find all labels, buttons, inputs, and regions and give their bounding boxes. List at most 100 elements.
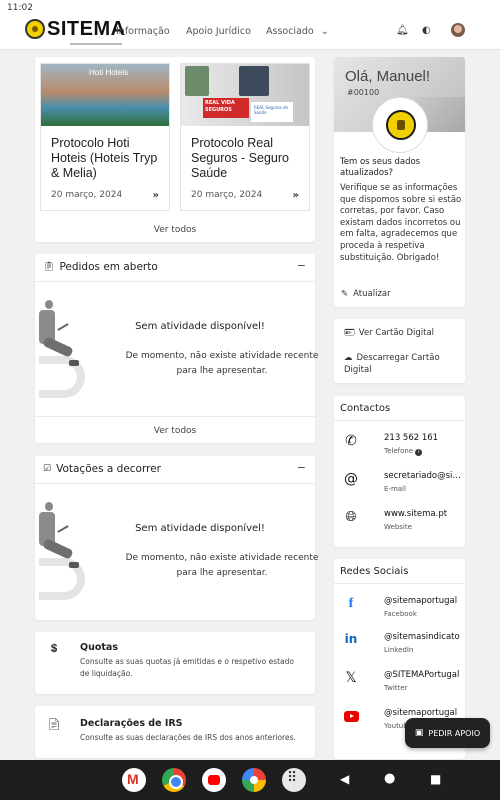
contacts-card: Contactos ✆ 213 562 161 Telefone i @ sec… — [334, 396, 465, 547]
votes-title: Votações a decorrer — [56, 463, 161, 475]
nav-associado-label: Associado — [266, 26, 314, 37]
info-icon: i — [415, 449, 423, 456]
collapse-icon[interactable]: − — [297, 461, 306, 474]
theme-toggle-icon[interactable]: ◐ — [422, 25, 431, 36]
x-icon: 𝕏 — [345, 670, 357, 686]
youtube-icon — [342, 708, 360, 724]
recents-icon[interactable]: ■ — [430, 772, 441, 786]
home-icon[interactable]: ● — [384, 771, 395, 786]
divider — [334, 583, 465, 584]
quotas-card[interactable]: 💲︎ Quotas Consulte as suas quotas já emi… — [35, 632, 315, 694]
nav-informacao[interactable]: Informação — [116, 26, 170, 37]
youtube-app-icon[interactable] — [202, 768, 226, 792]
profile-card: Olá, Manuel! #00100 Tem os seus dados at… — [334, 57, 465, 307]
double-chevron-right-icon[interactable]: » — [293, 190, 299, 201]
document-icon: 📄︎ — [47, 718, 61, 731]
social-title: Redes Sociais — [340, 566, 409, 577]
globe-icon: 🌐︎ — [345, 509, 357, 525]
contact-label: Telefone i — [384, 447, 423, 456]
contact-value: www.sitema.pt — [384, 509, 448, 519]
profile-text: Verifique se as informações que dispomos… — [340, 183, 462, 263]
contact-label: Website — [384, 523, 412, 531]
nav-apoio-juridico[interactable]: Apoio Jurídico — [186, 26, 251, 37]
news-date: 20 março, 2024 — [51, 190, 123, 200]
digital-card-links: 🪪︎ Ver Cartão Digital ☁ Descarregar Cartão… — [334, 319, 465, 383]
brand-name: SITEMA — [47, 18, 126, 40]
divider — [35, 483, 315, 484]
quotas-row: 💲︎ Quotas Consulte as suas quotas já emi… — [43, 642, 300, 680]
chevron-down-icon: ⌄ — [320, 26, 329, 37]
sitema-seal-icon — [372, 97, 428, 153]
view-card-label: Ver Cartão Digital — [358, 328, 435, 338]
bell-icon[interactable]: 🔔︎ — [396, 25, 409, 36]
double-chevron-right-icon[interactable]: » — [153, 190, 159, 201]
irs-card[interactable]: 📄︎ Declarações de IRS Consulte as suas d… — [35, 706, 315, 758]
download-card-label: Descarregar Cartão Digital — [344, 353, 440, 375]
linkedin-icon: in — [344, 632, 358, 646]
news-date: 20 março, 2024 — [191, 190, 263, 200]
votes-card: ☑ Votações a decorrer − Sem atividade di… — [35, 456, 318, 620]
update-data-button[interactable]: ✎ Atualizar — [341, 289, 391, 299]
profile-question: Tem os seus dados atualizados? — [340, 157, 421, 178]
social-label: Facebook — [384, 610, 417, 618]
support-button[interactable]: ▣ PEDIR APOIO — [405, 718, 490, 748]
social-handle: @sitemaportugal — [384, 596, 458, 606]
irs-desc: Consulte as suas declarações de IRS dos … — [80, 733, 296, 742]
status-bar: 11:02 — [0, 0, 500, 16]
requests-see-all-link[interactable]: Ver todos — [35, 426, 315, 436]
cloud-download-icon: ☁ — [344, 353, 353, 363]
android-nav-bar: ◀ ● ■ — [0, 760, 500, 800]
real-seguros-logo: REAL Seguros de Saúde — [251, 102, 293, 122]
news-see-all-link[interactable]: Ver todos — [35, 225, 315, 235]
logo-tagline — [70, 43, 122, 45]
empty-state-title: Sem atividade disponível! — [135, 321, 265, 332]
at-icon: @ — [344, 471, 358, 487]
divider — [35, 281, 315, 282]
requests-title: Pedidos em aberto — [59, 261, 158, 273]
top-navbar: SITEMA Informação Apoio Jurídico Associa… — [0, 16, 500, 50]
hotel-image: Hoti Hotels — [41, 64, 169, 126]
phone-icon: ✆ — [345, 433, 357, 449]
profile-greeting: Olá, Manuel! — [345, 68, 431, 85]
contacts-title: Contactos — [340, 403, 391, 414]
nav-associado[interactable]: Associado ⌄ — [266, 26, 329, 37]
sitema-logo[interactable]: SITEMA — [25, 18, 126, 45]
id-card-icon: 🪪︎ — [344, 328, 355, 338]
divider — [334, 420, 465, 421]
news-title: Protocolo Hoti Hoteis (Hoteis Tryp & Mel… — [51, 136, 158, 180]
ballot-icon: ☑ — [43, 464, 52, 474]
insurance-image: REAL VIDA SEGUROS REAL Seguros de Saúde — [181, 64, 309, 126]
update-label: Atualizar — [353, 289, 391, 299]
view-digital-card-link[interactable]: 🪪︎ Ver Cartão Digital — [344, 327, 434, 339]
news-item[interactable]: REAL VIDA SEGUROS REAL Seguros de Saúde … — [180, 63, 310, 211]
social-handle: @sitemaportugal — [384, 708, 458, 718]
irs-title: Declarações de IRS — [80, 718, 183, 729]
support-label: PEDIR APOIO — [428, 728, 481, 738]
news-item[interactable]: Hoti Hotels Protocolo Hoti Hoteis (Hotei… — [40, 63, 170, 211]
contact-value: 213 562 161 — [384, 433, 439, 443]
empty-state-text: De momento, não existe atividade recente… — [125, 553, 319, 578]
chrome-app-icon[interactable] — [162, 768, 186, 792]
status-time: 11:02 — [7, 3, 33, 13]
facebook-icon: f — [348, 596, 354, 611]
sitema-seal-icon — [25, 19, 45, 39]
social-handle: @sitemasindicato — [384, 632, 460, 642]
quotas-desc: Consulte as suas quotas já emitidas e o … — [80, 657, 294, 678]
user-avatar[interactable] — [451, 23, 465, 37]
gmail-app-icon[interactable] — [122, 768, 146, 792]
contact-value: secretariado@sitema.pt — [384, 471, 464, 481]
back-icon[interactable]: ◀ — [340, 772, 349, 786]
news-title: Protocolo Real Seguros - Seguro Saúde — [191, 136, 289, 180]
irs-row: 📄︎ Declarações de IRS Consulte as suas d… — [43, 718, 310, 744]
money-hand-icon: 💲︎ — [50, 642, 58, 655]
social-handle: @SITEMAPortugal — [384, 670, 460, 680]
quotas-title: Quotas — [80, 642, 118, 653]
hoti-hotels-logo: Hoti Hotels — [89, 68, 129, 77]
photos-app-icon[interactable] — [242, 768, 266, 792]
app-drawer-icon[interactable] — [282, 768, 306, 792]
collapse-icon[interactable]: − — [297, 259, 306, 272]
edit-icon: ✎ — [341, 289, 349, 299]
votes-header: ☑ Votações a decorrer — [43, 463, 161, 475]
download-digital-card-link[interactable]: ☁ Descarregar Cartão Digital — [344, 352, 462, 376]
divider — [35, 416, 315, 417]
